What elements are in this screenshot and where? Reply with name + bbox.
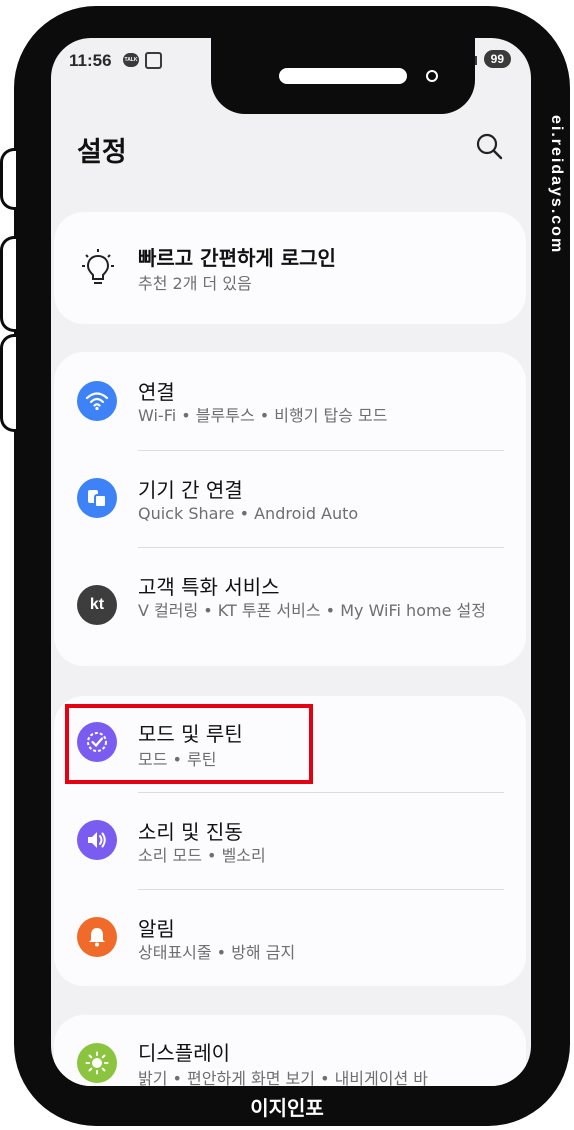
page-title: 설정 [77, 137, 127, 168]
settings-item-connections[interactable]: 연결 Wi-Fi • 블루투스 • 비행기 탑승 모드 [54, 352, 526, 450]
wifi-icon [77, 381, 117, 421]
battery-level: 99 [483, 50, 511, 68]
screenshot-icon [145, 52, 162, 69]
device-connect-icon [77, 478, 117, 518]
volume-down-button [0, 334, 16, 432]
display-card: 디스플레이 밝기 • 편안하게 화면 보기 • 내비게이션 바 [54, 1015, 526, 1086]
settings-item-display[interactable]: 디스플레이 밝기 • 편안하게 화면 보기 • 내비게이션 바 [54, 1015, 526, 1086]
watermark-site: ei.reidays.com [548, 115, 565, 255]
connections-card: 연결 Wi-Fi • 블루투스 • 비행기 탑승 모드 기기 간 연결 Quic… [54, 352, 526, 666]
settings-item-sound-vibration[interactable]: 소리 및 진동 소리 모드 • 벨소리 [54, 792, 526, 889]
customer-service-subtitle: V 컬러링 • KT 투폰 서비스 • My WiFi home 설정 [138, 601, 486, 620]
highlight-box [65, 704, 313, 784]
camera-notch [211, 38, 475, 114]
display-subtitle: 밝기 • 편안하게 화면 보기 • 내비게이션 바 [138, 1069, 428, 1086]
sound-vibration-subtitle: 소리 모드 • 벨소리 [138, 846, 266, 865]
volume-icon [77, 820, 117, 860]
notifications-subtitle: 상태표시줄 • 방해 금지 [138, 943, 296, 962]
suggestion-title: 빠르고 간편하게 로그인 [138, 246, 336, 270]
settings-item-customer-service[interactable]: kt 고객 특화 서비스 V 컬러링 • KT 투폰 서비스 • My WiFi… [54, 547, 526, 666]
speaker-grille [279, 68, 407, 84]
device-connect-title: 기기 간 연결 [138, 478, 243, 502]
front-camera-icon [426, 70, 438, 82]
sound-vibration-title: 소리 및 진동 [138, 820, 243, 844]
connections-title: 연결 [138, 380, 175, 404]
kt-logo-icon: kt [77, 585, 117, 625]
screen: 11:56 TALK HD 99 설정 빠르고 간편하게 로그인 추천 2개 더… [51, 38, 531, 1086]
lightbulb-icon [82, 249, 114, 284]
connections-subtitle: Wi-Fi • 블루투스 • 비행기 탑승 모드 [138, 406, 388, 425]
volume-up-button [0, 236, 16, 332]
suggestion-subtitle: 추천 2개 더 있음 [138, 274, 252, 293]
status-time: 11:56 [69, 51, 112, 70]
notifications-title: 알림 [138, 917, 175, 941]
bell-icon [77, 917, 117, 957]
kakaotalk-icon: TALK [123, 53, 139, 67]
side-button-top [0, 148, 16, 210]
watermark-brand: 이지인포 [250, 1096, 324, 1120]
device-connect-subtitle: Quick Share • Android Auto [138, 504, 359, 523]
brightness-icon [77, 1043, 117, 1083]
settings-item-device-connect[interactable]: 기기 간 연결 Quick Share • Android Auto [54, 450, 526, 547]
customer-service-title: 고객 특화 서비스 [138, 575, 280, 599]
display-title: 디스플레이 [138, 1041, 230, 1065]
search-icon[interactable] [475, 132, 503, 160]
suggestion-card[interactable]: 빠르고 간편하게 로그인 추천 2개 더 있음 [54, 212, 526, 324]
settings-item-notifications[interactable]: 알림 상태표시줄 • 방해 금지 [54, 889, 526, 986]
